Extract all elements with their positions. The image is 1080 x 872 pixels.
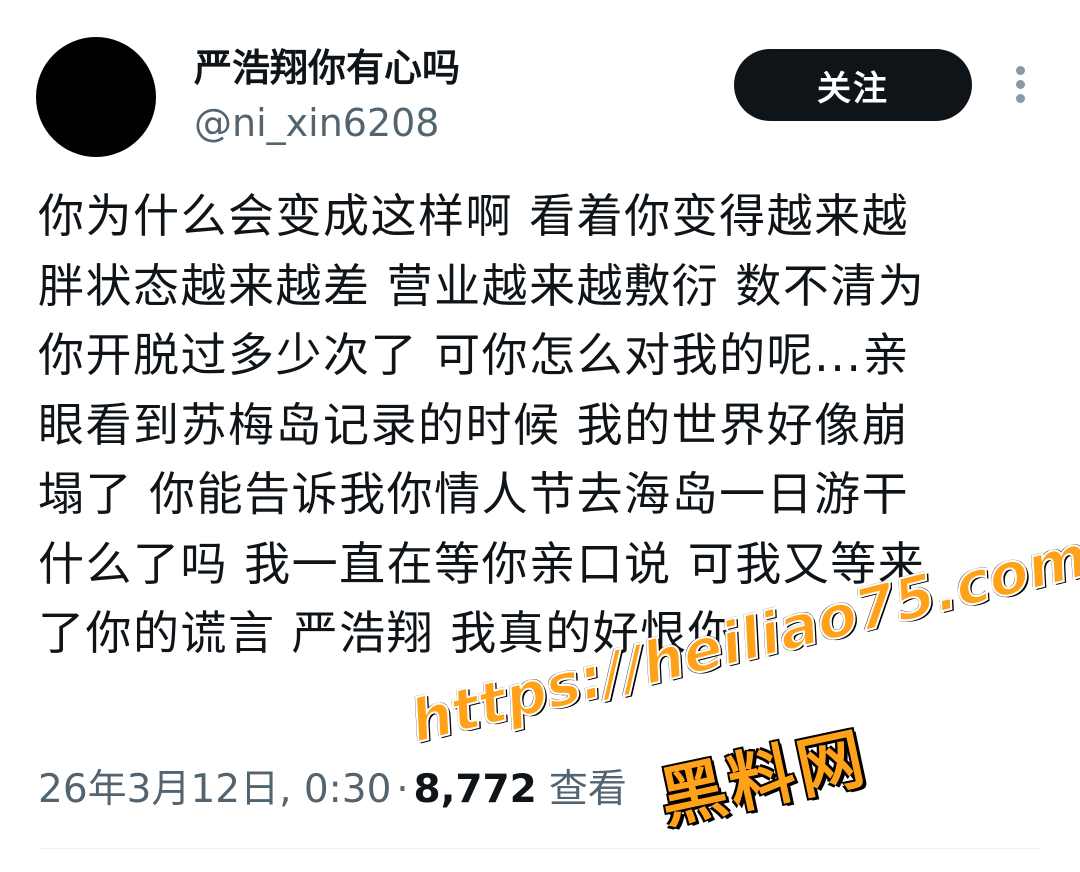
watermark-brand: 黑料网 (653, 719, 875, 839)
follow-button[interactable]: 关注 (734, 49, 972, 121)
avatar[interactable] (36, 37, 156, 157)
views-label: 查看 (548, 767, 627, 812)
tweet-timestamp[interactable]: 26年3月12日, 0:30 (38, 767, 391, 812)
views-count: 8,772 (413, 767, 537, 812)
meta-separator: · (396, 767, 409, 812)
tweet-text: 你为什么会变成这样啊 看着你变得越来越 胖状态越来越差 营业越来越敷衍 数不清为… (38, 189, 926, 660)
more-dot (1015, 66, 1025, 75)
more-dot (1015, 80, 1025, 89)
more-options-icon[interactable] (1008, 66, 1032, 106)
more-dot (1015, 94, 1025, 103)
author-handle[interactable]: @ni_xin6208 (194, 96, 439, 150)
divider (38, 848, 1042, 849)
author-display-name[interactable]: 严浩翔你有心吗 (194, 40, 460, 96)
tweet-meta: 26年3月12日, 0:30 · 8,772 查看 (38, 760, 627, 820)
